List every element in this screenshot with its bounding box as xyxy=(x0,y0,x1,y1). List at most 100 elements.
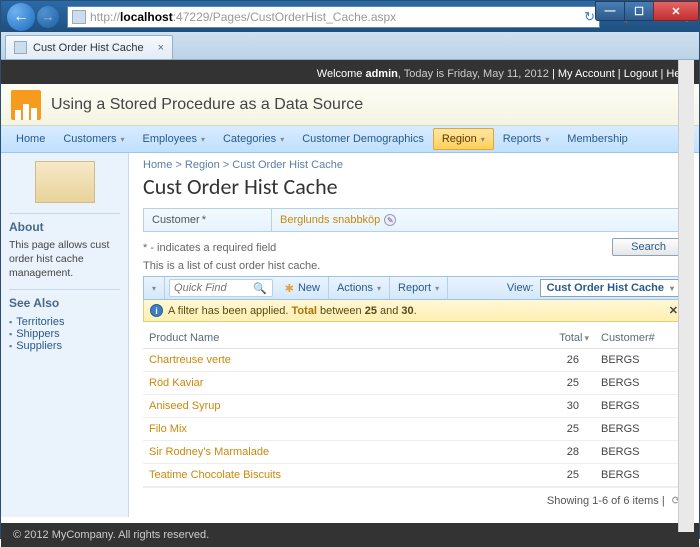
my-account-link[interactable]: My Account xyxy=(558,68,615,80)
sidebar-seealso-heading: See Also xyxy=(9,289,120,314)
col-product[interactable]: Product Name xyxy=(143,328,525,349)
address-bar[interactable]: http://localhost:47229/Pages/CustOrderHi… xyxy=(67,6,600,28)
product-link[interactable]: Röd Kaviar xyxy=(149,377,203,389)
report-button[interactable]: Report▾ xyxy=(390,277,448,299)
cell-customer: BERGS xyxy=(595,395,685,418)
chevron-down-icon: ▾ xyxy=(545,135,549,144)
menu-customers[interactable]: Customers▾ xyxy=(54,128,133,150)
table-row[interactable]: Teatime Chocolate Biscuits 25BERGS xyxy=(143,464,685,487)
view-label: View: xyxy=(501,282,540,294)
breadcrumb: Home > Region > Cust Order Hist Cache xyxy=(143,159,685,171)
customer-value[interactable]: Berglunds snabbköp xyxy=(280,214,380,226)
window-maximize[interactable]: ☐ xyxy=(624,1,654,21)
cell-customer: BERGS xyxy=(595,441,685,464)
grid-toolbar: ▾ 🔍 ✱New Actions▾ Report▾ View: Cust Ord… xyxy=(143,276,685,300)
menu-reports[interactable]: Reports▾ xyxy=(494,128,559,150)
customer-label: Customer xyxy=(152,214,200,226)
info-icon: i xyxy=(150,304,163,317)
product-link[interactable]: Sir Rodney's Marmalade xyxy=(149,446,269,458)
window-minimize[interactable]: — xyxy=(595,1,625,21)
sidebar-link-list: TerritoriesShippersSuppliers xyxy=(9,316,120,352)
browser-tab[interactable]: Cust Order Hist Cache × xyxy=(5,35,173,59)
breadcrumb-region[interactable]: Region xyxy=(185,159,220,171)
cell-customer: BERGS xyxy=(595,418,685,441)
breadcrumb-current: Cust Order Hist Cache xyxy=(232,159,343,171)
cell-customer: BERGS xyxy=(595,464,685,487)
tab-title: Cust Order Hist Cache xyxy=(33,42,144,54)
new-button[interactable]: ✱New xyxy=(277,277,329,299)
col-customer[interactable]: Customer# xyxy=(595,328,685,349)
table-row[interactable]: Sir Rodney's Marmalade 28BERGS xyxy=(143,441,685,464)
product-link[interactable]: Chartreuse verte xyxy=(149,354,231,366)
menu-home[interactable]: Home xyxy=(7,128,54,150)
quick-find[interactable]: 🔍 xyxy=(169,279,273,297)
forward-button[interactable]: → xyxy=(37,6,59,28)
actions-button[interactable]: Actions▾ xyxy=(329,277,390,299)
view-selector[interactable]: Cust Order Hist Cache▾ xyxy=(540,279,681,297)
cell-total: 25 xyxy=(525,464,595,487)
page-favicon-icon xyxy=(72,10,86,24)
breadcrumb-home[interactable]: Home xyxy=(143,159,172,171)
lookup-icon[interactable]: ✎ xyxy=(384,214,396,226)
quick-find-input[interactable] xyxy=(170,282,248,294)
chevron-down-icon: ▾ xyxy=(280,135,284,144)
browser-titlebar: ← → http://localhost:47229/Pages/CustOrd… xyxy=(1,1,699,32)
url-host: localhost xyxy=(120,10,173,24)
menu-membership[interactable]: Membership xyxy=(558,128,637,150)
cell-total: 26 xyxy=(525,349,595,372)
sidebar-link[interactable]: Shippers xyxy=(9,328,120,340)
filter-notice: i A filter has been applied. Total betwe… xyxy=(143,300,685,322)
sidebar-about-heading: About xyxy=(9,213,120,238)
welcome-bar: Welcome admin, Today is Friday, May 11, … xyxy=(1,60,699,84)
vertical-scrollbar[interactable] xyxy=(678,60,694,532)
sidebar-link[interactable]: Territories xyxy=(9,316,120,328)
back-button[interactable]: ← xyxy=(7,3,35,31)
app-logo-icon xyxy=(11,90,41,120)
cell-total: 28 xyxy=(525,441,595,464)
search-button[interactable]: Search xyxy=(612,238,685,256)
filter-close-icon[interactable]: ✕ xyxy=(669,304,678,317)
tab-favicon-icon xyxy=(14,41,27,54)
product-link[interactable]: Filo Mix xyxy=(149,423,187,435)
cell-total: 30 xyxy=(525,395,595,418)
required-note: * - indicates a required field Search xyxy=(143,242,685,254)
table-row[interactable]: Filo Mix 25BERGS xyxy=(143,418,685,441)
toolbar-menu-button[interactable]: ▾ xyxy=(144,277,165,299)
list-description: This is a list of cust order hist cache. xyxy=(143,260,685,272)
welcome-user: admin xyxy=(365,68,397,80)
page-title: Cust Order Hist Cache xyxy=(143,173,685,200)
banner: Using a Stored Procedure as a Data Sourc… xyxy=(1,84,699,126)
col-total[interactable]: Total▾ xyxy=(525,328,595,349)
sidebar: About This page allows cust order hist c… xyxy=(1,153,129,517)
sidebar-about-text: This page allows cust order hist cache m… xyxy=(9,238,120,281)
table-row[interactable]: Aniseed Syrup 30BERGS xyxy=(143,395,685,418)
chevron-down-icon: ▾ xyxy=(121,135,125,144)
chevron-down-icon: ▾ xyxy=(201,135,205,144)
main-menu: HomeCustomers▾Employees▾Categories▾Custo… xyxy=(1,126,699,153)
logout-link[interactable]: Logout xyxy=(624,68,658,80)
sidebar-link[interactable]: Suppliers xyxy=(9,340,120,352)
pager: Showing 1-6 of 6 items | ⟳ xyxy=(143,487,685,507)
cell-total: 25 xyxy=(525,418,595,441)
sidebar-illustration xyxy=(35,161,95,203)
tab-strip: Cust Order Hist Cache × xyxy=(1,32,699,60)
filter-indicator-icon: ▾ xyxy=(584,333,589,343)
quick-find-search-icon[interactable]: 🔍 xyxy=(248,282,272,295)
menu-employees[interactable]: Employees▾ xyxy=(134,128,214,150)
customer-field-row: Customer* Berglunds snabbköp ✎ xyxy=(143,208,685,232)
product-link[interactable]: Teatime Chocolate Biscuits xyxy=(149,469,281,481)
chevron-down-icon: ▾ xyxy=(481,135,485,144)
tab-close-icon[interactable]: × xyxy=(158,42,164,54)
window-close[interactable]: ✕ xyxy=(653,1,699,21)
required-marker: * xyxy=(202,214,206,226)
banner-title: Using a Stored Procedure as a Data Sourc… xyxy=(51,96,363,114)
product-link[interactable]: Aniseed Syrup xyxy=(149,400,221,412)
cell-total: 25 xyxy=(525,372,595,395)
refresh-icon[interactable]: ↻ xyxy=(584,9,595,25)
table-row[interactable]: Röd Kaviar25BERGS xyxy=(143,372,685,395)
menu-categories[interactable]: Categories▾ xyxy=(214,128,293,150)
data-grid: Product Name Total▾ Customer# Chartreuse… xyxy=(143,328,685,487)
menu-customer-demographics[interactable]: Customer Demographics xyxy=(293,128,433,150)
table-row[interactable]: Chartreuse verte26BERGS xyxy=(143,349,685,372)
menu-region[interactable]: Region▾ xyxy=(433,128,494,150)
